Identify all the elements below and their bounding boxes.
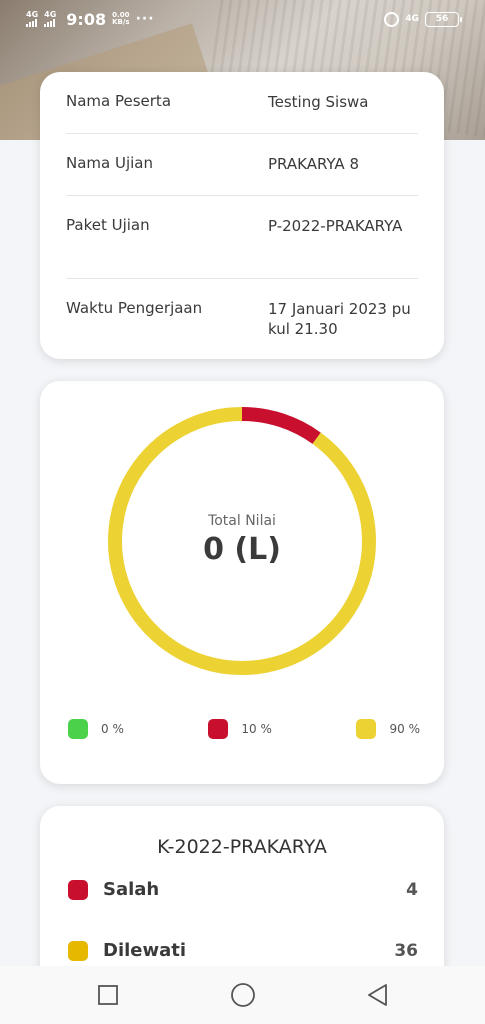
status-bar: 4G 4G 9:08 0.00 KB/s ··· 4G 56 [0, 0, 485, 38]
home-button[interactable] [223, 975, 263, 1015]
info-value: PRAKARYA 8 [268, 155, 359, 173]
info-row-exam-package: Paket Ujian P-2022-PRAKARYA [66, 196, 418, 279]
summary-label: Dilewati [103, 940, 187, 961]
score-donut-chart [108, 407, 376, 675]
back-button[interactable] [358, 975, 398, 1015]
legend-swatch [356, 719, 377, 739]
more-notifications-icon: ··· [135, 11, 155, 27]
signal-icon: 4G [44, 11, 56, 27]
battery-icon: 56 [425, 11, 462, 27]
info-label: Waktu Pengerjaan [66, 299, 203, 317]
network-type: 4G [405, 14, 419, 24]
score-chart-card: Total Nilai 0 (L) 0 % 10 % 90 % [40, 381, 444, 784]
summary-label: Salah [103, 879, 160, 900]
donut-slice-1 [241, 407, 321, 445]
recent-apps-button[interactable] [88, 975, 128, 1015]
info-label: Nama Peserta [66, 92, 172, 110]
legend-item-skipped: 90 % [356, 719, 420, 739]
info-label: Paket Ujian [66, 216, 150, 234]
legend-label: 0 % [101, 722, 124, 736]
legend-item-wrong: 10 % [208, 719, 272, 739]
legend-swatch [208, 719, 229, 739]
legend-label: 90 % [389, 722, 420, 736]
chart-legend: 0 % 10 % 90 % [68, 719, 420, 739]
legend-swatch [68, 719, 88, 739]
summary-count: 4 [406, 879, 418, 900]
summary-row-wrong: Salah 4 [68, 879, 418, 900]
network-speed: 0.00 KB/s [112, 11, 130, 26]
info-value: P-2022-PRAKARYA [268, 217, 403, 235]
info-row-participant: Nama Peserta Testing Siswa [66, 72, 418, 134]
chart-title: Total Nilai [208, 513, 276, 529]
total-score-value: 0 (L) [203, 532, 281, 567]
info-label: Nama Ujian [66, 154, 153, 172]
info-row-work-time: Waktu Pengerjaan 17 Januari 2023 pukul 2… [66, 279, 418, 359]
info-value: Testing Siswa [268, 93, 369, 111]
signal-icon: 4G [26, 11, 38, 27]
exam-info-card: Nama Peserta Testing Siswa Nama Ujian PR… [40, 72, 444, 359]
square-icon [97, 985, 118, 1005]
info-row-exam-name: Nama Ujian PRAKARYA 8 [66, 134, 418, 196]
info-value: 17 Januari 2023 pukul 21.30 [268, 300, 411, 338]
circle-icon [230, 983, 255, 1007]
summary-count: 36 [394, 940, 418, 961]
legend-item-correct: 0 % [68, 719, 124, 739]
legend-label: 10 % [241, 722, 272, 736]
alarm-icon [384, 11, 400, 27]
status-color-dot [68, 940, 88, 961]
clock: 9:08 [66, 9, 107, 29]
system-navigation-bar [0, 966, 485, 1024]
triangle-back-icon [367, 984, 387, 1006]
summary-row-skipped: Dilewati 36 [68, 940, 418, 961]
status-color-dot [68, 879, 88, 900]
summary-title: K-2022-PRAKARYA [157, 836, 327, 858]
